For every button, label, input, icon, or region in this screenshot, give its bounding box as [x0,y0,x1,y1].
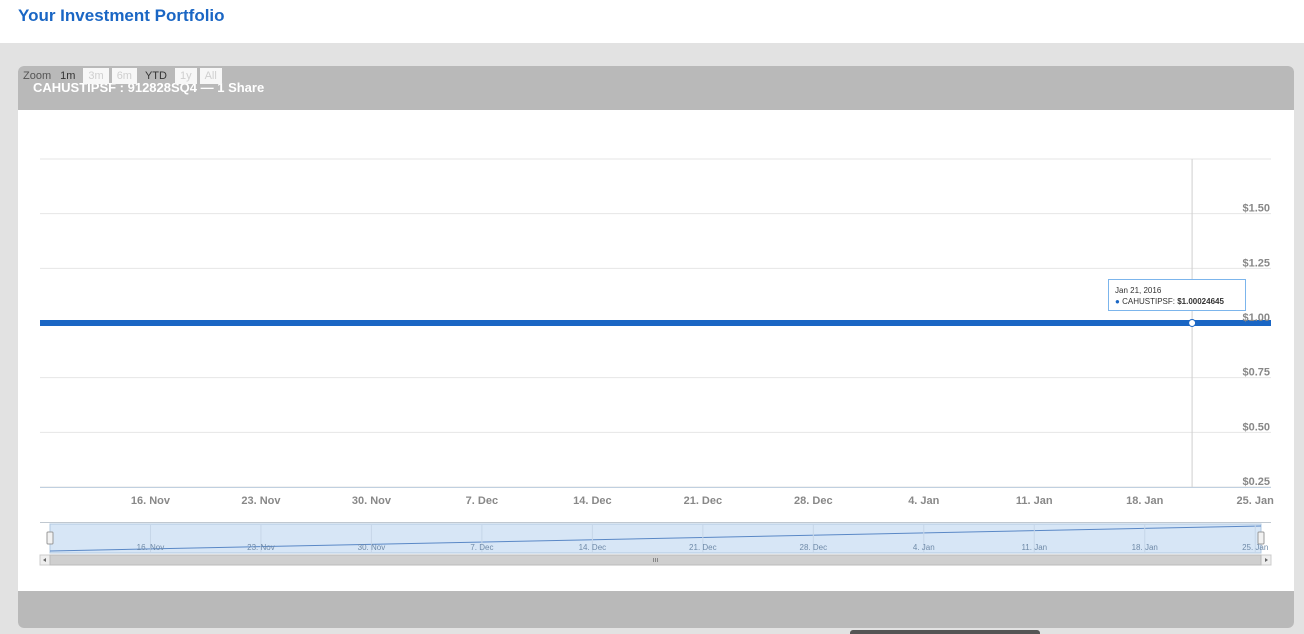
zoom-ytd-button[interactable]: YTD [140,68,172,84]
navigator-left-handle[interactable] [46,531,54,545]
x-tick-label: 18. Jan [1126,495,1164,507]
price-chart[interactable]: $1.50 $1.25 $1.00 $0.75 $0.50 $0.25 16. Nov 23.… [0,0,1304,634]
navigator-tick-label: 14. Dec [579,543,607,552]
x-tick-label: 28. Dec [794,495,833,507]
navigator-tick-label: 4. Jan [913,543,935,552]
tooltip-date: Jan 21, 2016 [1115,286,1162,295]
y-tick-label: $0.50 [1242,421,1270,433]
zoom-label: Zoom [23,70,52,82]
y-tick-label: $1.25 [1242,257,1270,269]
bottom-tab[interactable] [850,630,1040,634]
chart-tooltip: Jan 21, 2016 ● CAHUSTIPSF: $1.00024645 [1108,279,1246,311]
x-tick-label: 11. Jan [1016,495,1053,507]
navigator-tick-label: 28. Dec [800,543,828,552]
x-tick-label: 16. Nov [131,495,171,507]
y-tick-label: $0.75 [1242,367,1270,379]
tooltip-series-row: ● CAHUSTIPSF: $1.00024645 [1115,297,1224,306]
x-tick-label: 23. Nov [241,495,281,507]
zoom-1y-button[interactable]: 1y [174,68,197,84]
zoom-selector: Zoom 1m 3m 6m YTD 1y All [23,67,225,85]
navigator-tick-label: 7. Dec [470,543,493,552]
navigator-tick-label: 11. Jan [1021,543,1047,552]
navigator-tick-label: 21. Dec [689,543,717,552]
zoom-all-button[interactable]: All [199,68,222,84]
navigator-tick-label: 18. Jan [1132,543,1158,552]
navigator-tick-label: 16. Nov [137,543,165,552]
zoom-1m-button[interactable]: 1m [55,68,80,84]
navigator-scrollbar[interactable] [39,554,1272,566]
x-tick-label: 4. Jan [908,495,939,507]
x-tick-label: 21. Dec [684,495,723,507]
navigator-tick-label: 23. Nov [247,543,275,552]
x-tick-label: 25. Jan [1237,495,1275,507]
navigator-right-handle[interactable] [1257,531,1265,545]
x-tick-label: 7. Dec [466,495,498,507]
y-tick-label: $0.25 [1242,476,1270,488]
zoom-6m-button[interactable]: 6m [111,68,137,84]
zoom-3m-button[interactable]: 3m [83,68,109,84]
x-tick-label: 14. Dec [573,495,612,507]
navigator-tick-label: 30. Nov [358,543,386,552]
y-tick-label: $1.00 [1242,312,1270,324]
hover-marker [1188,318,1197,327]
tooltip-value: $1.00024645 [1177,297,1224,306]
tooltip-series-name: CAHUSTIPSF [1122,297,1173,306]
navigator[interactable]: 16. Nov 23. Nov 30. Nov 7. Dec 14. Dec 21. De… [40,522,1271,554]
series-dot-icon: ● [1115,297,1120,306]
x-tick-label: 30. Nov [352,495,392,507]
navigator-tick-label: 25. Jan [1242,543,1268,552]
y-tick-label: $1.50 [1242,203,1270,215]
